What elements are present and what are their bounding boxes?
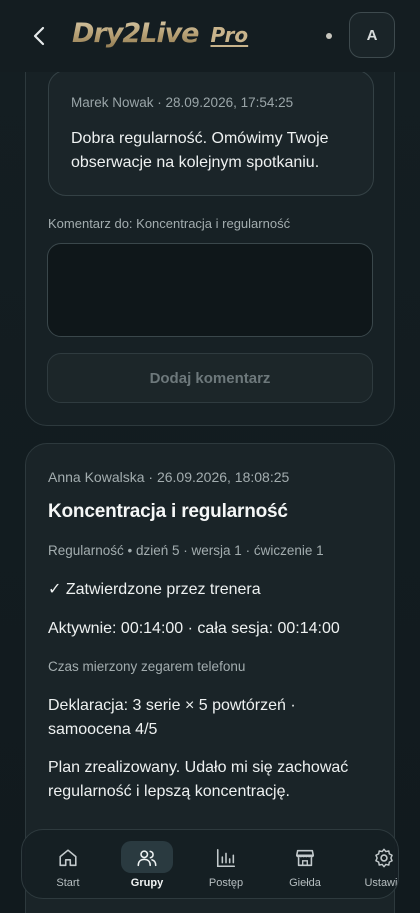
- nav-label-ustawienia: Ustawie: [364, 877, 398, 889]
- users-icon: [137, 850, 157, 867]
- nav-item-gielda[interactable]: Giełda: [265, 830, 345, 898]
- entry-author-meta: Anna Kowalska · 26.09.2026, 18:08:25: [48, 469, 290, 485]
- comment-input[interactable]: [47, 243, 373, 337]
- nav-item-start[interactable]: Start: [28, 830, 108, 898]
- avatar-button[interactable]: A: [349, 12, 395, 58]
- status-indicator: [326, 33, 332, 39]
- comment-field-label: Komentarz do: Koncentracja i regularność: [48, 216, 291, 231]
- back-button[interactable]: [26, 22, 52, 50]
- comment-author-meta: Marek Nowak · 28.09.2026, 17:54:25: [71, 95, 294, 110]
- declaration: Deklaracja: 3 serie × 5 powtórzeń · samo…: [48, 697, 296, 738]
- clock-note: Czas mierzony zegarem telefonu: [48, 659, 246, 674]
- approval-status: ✓ Zatwierdzone przez trenera: [48, 581, 261, 598]
- entry-note: Plan zrealizowany. Udało mi się zachować…: [48, 759, 349, 800]
- home-icon: [59, 849, 77, 867]
- nav-item-grupy[interactable]: Grupy: [107, 830, 187, 898]
- chart-icon: [216, 848, 236, 868]
- app-header: Dry2Live Pro A: [0, 0, 420, 72]
- chevron-left-icon: [33, 26, 45, 46]
- entry-title: Koncentracja i regularność: [48, 501, 288, 522]
- main-content[interactable]: Marek Nowak · 28.09.2026, 17:54:25 Dobra…: [0, 72, 420, 913]
- active-time: Aktywnie: 00:14:00 · cała sesja: 00:14:0…: [48, 620, 340, 637]
- comment-item: Marek Nowak · 28.09.2026, 17:54:25 Dobra…: [48, 72, 374, 196]
- bottom-navigation: Start Grupy Postęp Giełda Ustawi: [21, 829, 399, 899]
- nav-label-start: Start: [56, 877, 80, 889]
- comments-card: Marek Nowak · 28.09.2026, 17:54:25 Dobra…: [25, 72, 395, 426]
- nav-item-ustawienia[interactable]: Ustawie: [344, 830, 398, 898]
- logo-wordmark: Dry2Live: [72, 18, 199, 49]
- nav-label-gielda: Giełda: [289, 877, 321, 889]
- settings-icon: [375, 848, 393, 868]
- nav-label-grupy: Grupy: [130, 877, 164, 889]
- comment-text: Dobra regularność. Omówimy Twoje obserwa…: [71, 130, 329, 171]
- nav-label-postep: Postęp: [208, 877, 244, 889]
- logo-pro-badge: Pro: [210, 23, 249, 47]
- nav-item-postep[interactable]: Postęp: [186, 830, 266, 898]
- app-logo: Dry2Live Pro: [72, 18, 248, 58]
- add-comment-button[interactable]: Dodaj komentarz: [47, 353, 373, 403]
- store-icon: [295, 849, 315, 867]
- entry-tags: Regularność • dzień 5 · wersja 1 · ćwicz…: [48, 543, 324, 558]
